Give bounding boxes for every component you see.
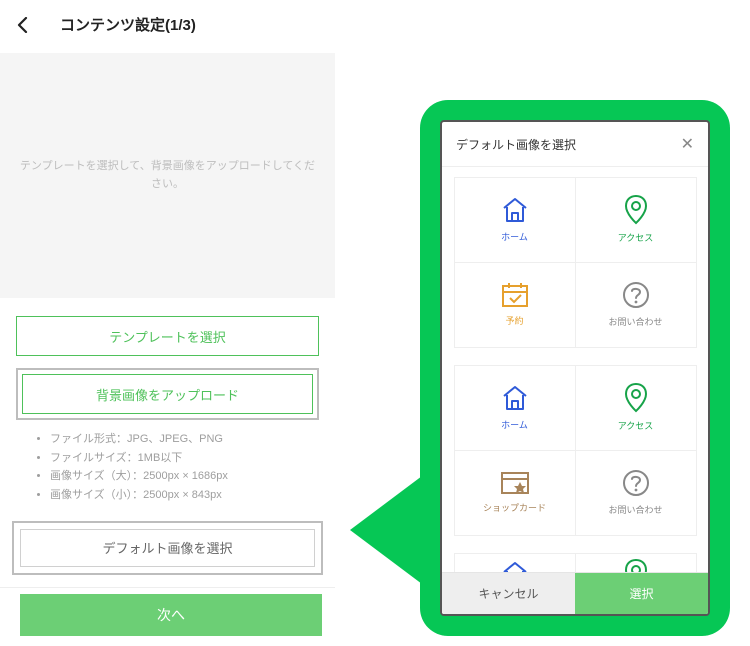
instruction-area: テンプレートを選択して、背景画像をアップロードしてください。: [0, 53, 335, 298]
default-highlight-frame: デフォルト画像を選択: [12, 521, 323, 575]
buttons-area: テンプレートを選択 背景画像をアップロード ファイル形式：JPG、JPEG、PN…: [0, 298, 335, 505]
tile-group: ホーム アクセス ショップカード: [454, 365, 696, 535]
file-info-item: 画像サイズ（小）：2500px × 843px: [50, 486, 319, 505]
tile-home[interactable]: ホーム: [454, 177, 576, 263]
question-icon: [622, 469, 650, 497]
modal-select-button[interactable]: 選択: [575, 573, 708, 614]
divider: [0, 587, 335, 588]
pin-icon: [624, 195, 648, 225]
instruction-text: テンプレートを選択して、背景画像をアップロードしてください。: [18, 158, 317, 193]
tile-inquiry[interactable]: お問い合わせ: [575, 450, 697, 536]
header: コンテンツ設定(1/3): [0, 0, 335, 49]
page-title: コンテンツ設定(1/3): [60, 14, 196, 35]
tile-label: お問い合わせ: [608, 315, 662, 328]
tile-label: ホーム: [501, 230, 528, 243]
tile-access[interactable]: アクセス: [575, 177, 697, 263]
back-icon[interactable]: [16, 17, 30, 33]
question-icon: [622, 281, 650, 309]
tile-label: アクセス: [618, 231, 654, 244]
file-info-item: 画像サイズ（大）：2500px × 1686px: [50, 467, 319, 486]
modal-cancel-button[interactable]: キャンセル: [442, 573, 575, 614]
close-icon[interactable]: ✕: [681, 134, 694, 154]
tile-inquiry[interactable]: お問い合わせ: [575, 262, 697, 348]
tile-group: ホーム アクセス: [454, 553, 696, 572]
phone-frame: デフォルト画像を選択 ✕ ホーム アクセス: [440, 120, 710, 616]
tile-home[interactable]: ホーム: [454, 553, 576, 573]
tile-label: ショップカード: [483, 501, 546, 514]
tile-label: 予約: [505, 314, 523, 327]
tile-scroll-area: ホーム アクセス 予約: [442, 167, 708, 572]
tile-reserve[interactable]: 予約: [454, 262, 576, 348]
file-info-item: ファイル形式：JPG、JPEG、PNG: [50, 430, 319, 449]
tile-label: アクセス: [618, 419, 654, 432]
file-info-item: ファイルサイズ：1MB以下: [50, 449, 319, 468]
home-icon: [500, 384, 530, 412]
pin-icon: [624, 559, 648, 572]
select-template-button[interactable]: テンプレートを選択: [16, 316, 319, 356]
pin-icon: [624, 383, 648, 413]
calendar-icon: [501, 282, 529, 308]
modal-header: デフォルト画像を選択 ✕: [442, 122, 708, 167]
settings-panel: コンテンツ設定(1/3) テンプレートを選択して、背景画像をアップロードしてくだ…: [0, 0, 335, 646]
modal-title: デフォルト画像を選択: [456, 136, 576, 153]
callout-bubble: デフォルト画像を選択 ✕ ホーム アクセス: [420, 100, 730, 636]
tile-access[interactable]: アクセス: [575, 365, 697, 451]
tile-access[interactable]: アクセス: [575, 553, 697, 573]
upload-background-button[interactable]: 背景画像をアップロード: [22, 374, 313, 414]
default-image-button[interactable]: デフォルト画像を選択: [20, 529, 315, 567]
tile-label: ホーム: [501, 418, 528, 431]
tile-group: ホーム アクセス 予約: [454, 177, 696, 347]
upload-highlight-frame: 背景画像をアップロード: [16, 368, 319, 420]
modal-footer: キャンセル 選択: [442, 572, 708, 614]
tile-label: お問い合わせ: [608, 503, 662, 516]
tile-home[interactable]: ホーム: [454, 365, 576, 451]
shopcard-icon: [500, 471, 530, 495]
file-info-list: ファイル形式：JPG、JPEG、PNG ファイルサイズ：1MB以下 画像サイズ（…: [16, 420, 319, 505]
next-button[interactable]: 次へ: [20, 594, 322, 636]
home-icon: [500, 196, 530, 224]
tile-shopcard[interactable]: ショップカード: [454, 450, 576, 536]
home-icon: [500, 560, 530, 572]
